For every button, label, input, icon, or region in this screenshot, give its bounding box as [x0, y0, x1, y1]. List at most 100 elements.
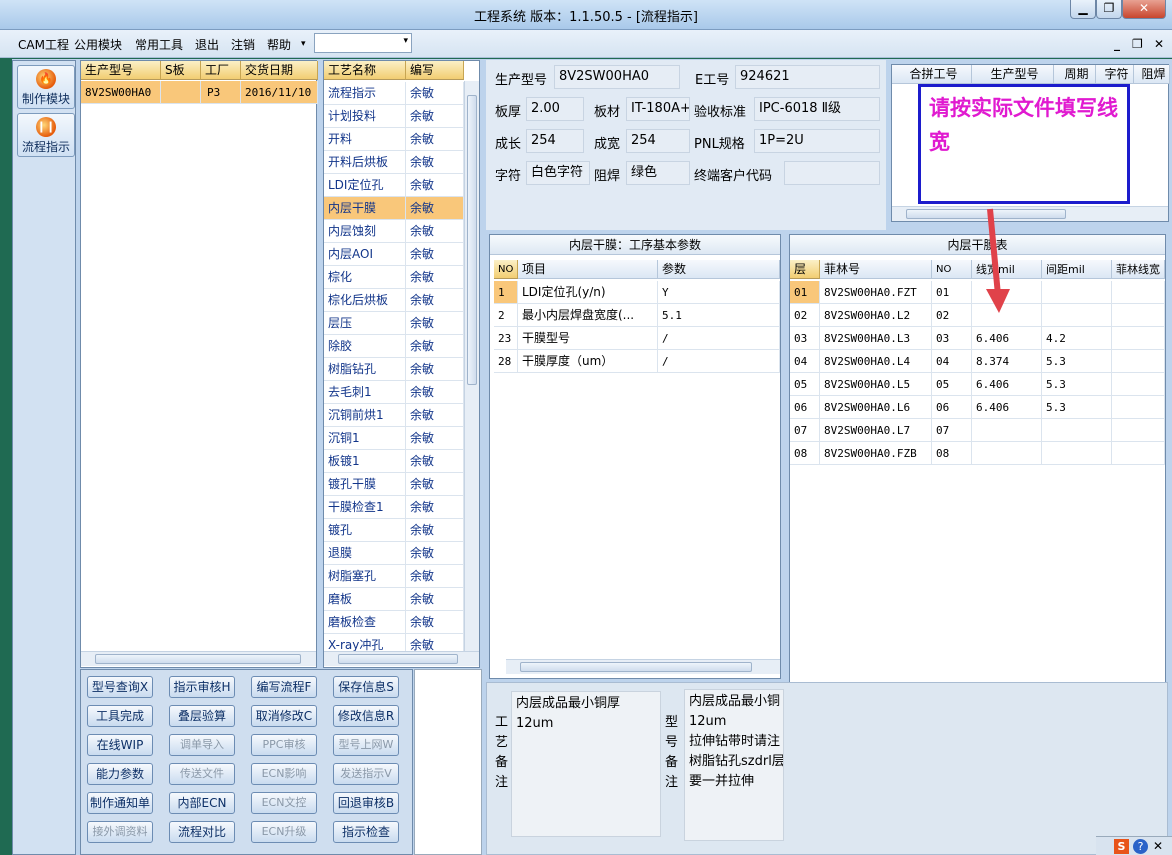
column-header[interactable]: 参数 — [658, 260, 780, 279]
column-header[interactable]: 周期 — [1054, 65, 1096, 84]
list-item[interactable]: LDI定位孔 — [324, 174, 406, 197]
table-cell[interactable] — [1112, 281, 1165, 304]
pnl-spec-field[interactable]: 1P=2U — [754, 129, 880, 153]
list-item[interactable]: 余敏 — [406, 105, 464, 128]
table-cell[interactable]: 8V2SW00HA0.L2 — [820, 304, 932, 327]
list-item[interactable]: 余敏 — [406, 427, 464, 450]
list-item[interactable]: 余敏 — [406, 588, 464, 611]
list-item[interactable]: 余敏 — [406, 404, 464, 427]
list-item[interactable]: 内层AOI — [324, 243, 406, 266]
list-item[interactable]: 余敏 — [406, 220, 464, 243]
list-item[interactable]: 余敏 — [406, 128, 464, 151]
table-cell[interactable]: P3 — [201, 81, 241, 104]
menu-combobox[interactable]: ▾ — [314, 33, 412, 53]
table-cell[interactable]: 05 — [790, 373, 820, 396]
column-header[interactable]: 阻焊 — [1134, 65, 1170, 84]
action-button[interactable]: 能力参数 — [87, 763, 153, 785]
table-cell[interactable]: / — [658, 327, 780, 350]
list-item[interactable]: 除胶 — [324, 335, 406, 358]
menu-overflow-icon[interactable]: ▾ — [301, 39, 306, 49]
column-header[interactable]: 菲林号 — [820, 260, 932, 279]
table-cell[interactable]: 07 — [790, 419, 820, 442]
table-cell[interactable]: Y — [658, 281, 780, 304]
list-item[interactable]: 余敏 — [406, 289, 464, 312]
horizontal-scrollbar[interactable] — [81, 651, 316, 666]
e-number-field[interactable]: 924621 — [735, 65, 880, 89]
list-item[interactable]: 内层蚀刻 — [324, 220, 406, 243]
action-button[interactable]: 修改信息R — [333, 705, 399, 727]
column-header[interactable]: NO — [494, 260, 518, 279]
column-header[interactable]: 生产型号 — [972, 65, 1054, 84]
table-cell[interactable]: 01 — [790, 281, 820, 304]
table-cell[interactable]: 04 — [790, 350, 820, 373]
list-item[interactable]: 磨板检查 — [324, 611, 406, 634]
mdi-close-button[interactable]: ✕ — [1154, 37, 1164, 51]
table-cell[interactable]: 03 — [932, 327, 972, 350]
soldermask-field[interactable]: 绿色 — [626, 161, 690, 185]
table-cell[interactable]: / — [658, 350, 780, 373]
action-button[interactable]: 工具完成 — [87, 705, 153, 727]
list-item[interactable]: 板镀1 — [324, 450, 406, 473]
horizontal-scrollbar[interactable] — [324, 651, 479, 666]
table-cell[interactable]: 8V2SW00HA0.L6 — [820, 396, 932, 419]
table-cell[interactable]: 04 — [932, 350, 972, 373]
table-cell[interactable] — [161, 81, 201, 104]
table-cell[interactable]: 02 — [932, 304, 972, 327]
action-button[interactable]: 流程对比 — [169, 821, 235, 843]
close-button[interactable]: ✕ — [1122, 0, 1166, 19]
list-item[interactable]: 流程指示 — [324, 82, 406, 105]
table-cell[interactable]: 干膜厚度（um） — [518, 350, 658, 373]
list-item[interactable]: 余敏 — [406, 266, 464, 289]
table-cell[interactable]: 01 — [932, 281, 972, 304]
list-item[interactable]: 余敏 — [406, 312, 464, 335]
table-cell[interactable]: 8V2SW00HA0.FZB — [820, 442, 932, 465]
list-item[interactable]: 沉铜前烘1 — [324, 404, 406, 427]
table-cell[interactable] — [1042, 442, 1112, 465]
table-cell[interactable] — [1112, 419, 1165, 442]
table-cell[interactable]: 06 — [932, 396, 972, 419]
list-item[interactable]: 计划投料 — [324, 105, 406, 128]
sogou-icon[interactable]: S — [1114, 839, 1129, 854]
list-item[interactable]: 余敏 — [406, 473, 464, 496]
table-cell[interactable]: 8V2SW00HA0.L5 — [820, 373, 932, 396]
table-cell[interactable]: LDI定位孔(y/n) — [518, 281, 658, 304]
table-cell[interactable] — [1112, 373, 1165, 396]
list-item[interactable]: 树脂钻孔 — [324, 358, 406, 381]
list-item[interactable]: 层压 — [324, 312, 406, 335]
horizontal-scrollbar[interactable] — [892, 206, 1168, 221]
table-cell[interactable]: 6.406 — [972, 373, 1042, 396]
model-remark-textarea[interactable]: 内层成品最小铜 12um 拉伸钻带时请注 树脂钻孔szdrl层 要一并拉伸 — [684, 689, 784, 841]
action-button[interactable]: 内部ECN — [169, 792, 235, 814]
table-cell[interactable]: 03 — [790, 327, 820, 350]
menu-logout[interactable]: 注销 — [231, 36, 255, 53]
menu-common-module[interactable]: 公用模块 — [74, 36, 122, 53]
table-cell[interactable]: 干膜型号 — [518, 327, 658, 350]
table-cell[interactable]: 8V2SW00HA0.FZT — [820, 281, 932, 304]
production-model-field[interactable]: 8V2SW00HA0 — [554, 65, 680, 89]
table-cell[interactable]: 07 — [932, 419, 972, 442]
list-item[interactable]: 余敏 — [406, 243, 464, 266]
close-icon[interactable]: ✕ — [1153, 839, 1163, 853]
table-cell[interactable] — [972, 419, 1042, 442]
sidebar-item-flow[interactable]: ❙❙ 流程指示 — [17, 113, 75, 157]
action-button[interactable]: 制作通知单 — [87, 792, 153, 814]
list-item[interactable]: 余敏 — [406, 565, 464, 588]
action-button[interactable]: 回退审核B — [333, 792, 399, 814]
table-cell[interactable]: 02 — [790, 304, 820, 327]
table-cell[interactable] — [1042, 304, 1112, 327]
action-button[interactable]: 叠层验算 — [169, 705, 235, 727]
column-header[interactable]: 编写 — [406, 61, 464, 80]
width-field[interactable]: 254 — [626, 129, 690, 153]
list-item[interactable]: 退膜 — [324, 542, 406, 565]
table-cell[interactable]: 5.3 — [1042, 350, 1112, 373]
column-header[interactable]: 间距mil — [1042, 260, 1112, 279]
list-item[interactable]: 余敏 — [406, 496, 464, 519]
list-item[interactable]: 去毛刺1 — [324, 381, 406, 404]
mdi-minimize-button[interactable]: _ — [1114, 37, 1120, 51]
table-cell[interactable]: 6.406 — [972, 396, 1042, 419]
table-cell[interactable] — [1042, 419, 1112, 442]
table-cell[interactable]: 5.1 — [658, 304, 780, 327]
list-item[interactable]: 余敏 — [406, 611, 464, 634]
list-item[interactable]: 开料 — [324, 128, 406, 151]
column-header[interactable]: 层 — [790, 260, 820, 279]
